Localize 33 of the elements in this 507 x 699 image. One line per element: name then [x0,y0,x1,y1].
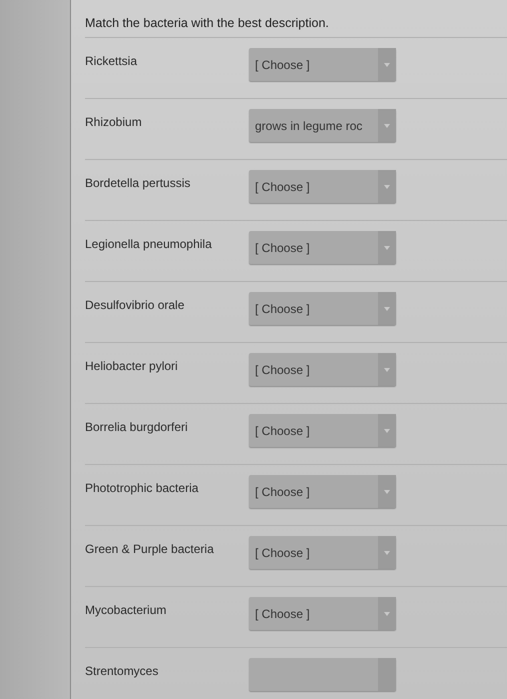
bacteria-label: Heliobacter pylori [85,359,179,373]
answer-dropdown[interactable]: [ Choose ] [249,292,396,325]
bacteria-label: Borrelia burgdorferi [85,420,189,434]
answer-dropdown[interactable]: [ Choose ] [249,170,396,203]
answer-dropdown[interactable]: [ Choose ] [249,536,396,569]
answer-dropdown[interactable]: grows in legume roc [249,109,396,142]
caret-icon [384,612,390,616]
bacteria-label: Bordetella pertussis [85,176,192,190]
caret-icon [384,306,390,310]
answer-dropdown[interactable]: [ Choose ] [249,414,396,447]
bacteria-label: Mycobacterium [85,603,168,617]
answer-dropdown[interactable]: [ Choose ] [249,48,396,81]
bacteria-label: Legionella pneumophila [85,237,213,251]
bacteria-label: Phototrophic bacteria [85,481,200,495]
bacteria-label: Desulfovibrio orale [85,298,186,312]
answer-dropdown[interactable]: [ Choose ] [249,475,396,508]
answer-dropdown[interactable]: [ Choose ] [249,597,396,630]
caret-icon [384,124,390,128]
bacteria-label: Rhizobium [85,115,143,129]
bacteria-label: Strentomyces [85,664,160,678]
caret-icon [384,490,390,494]
caret-icon [384,368,390,372]
caret-icon [384,62,390,66]
answer-dropdown[interactable]: [ Choose ] [249,353,396,386]
bacteria-label: Green & Purple bacteria [85,542,215,556]
answer-dropdown[interactable] [249,658,396,691]
question-text: Match the bacteria with the best description. [85,0,507,38]
caret-icon [384,246,390,250]
caret-icon [384,184,390,188]
answer-dropdown[interactable]: [ Choose ] [249,231,396,264]
bacteria-label: Rickettsia [85,54,138,68]
caret-icon [384,428,390,432]
caret-icon [384,550,390,554]
